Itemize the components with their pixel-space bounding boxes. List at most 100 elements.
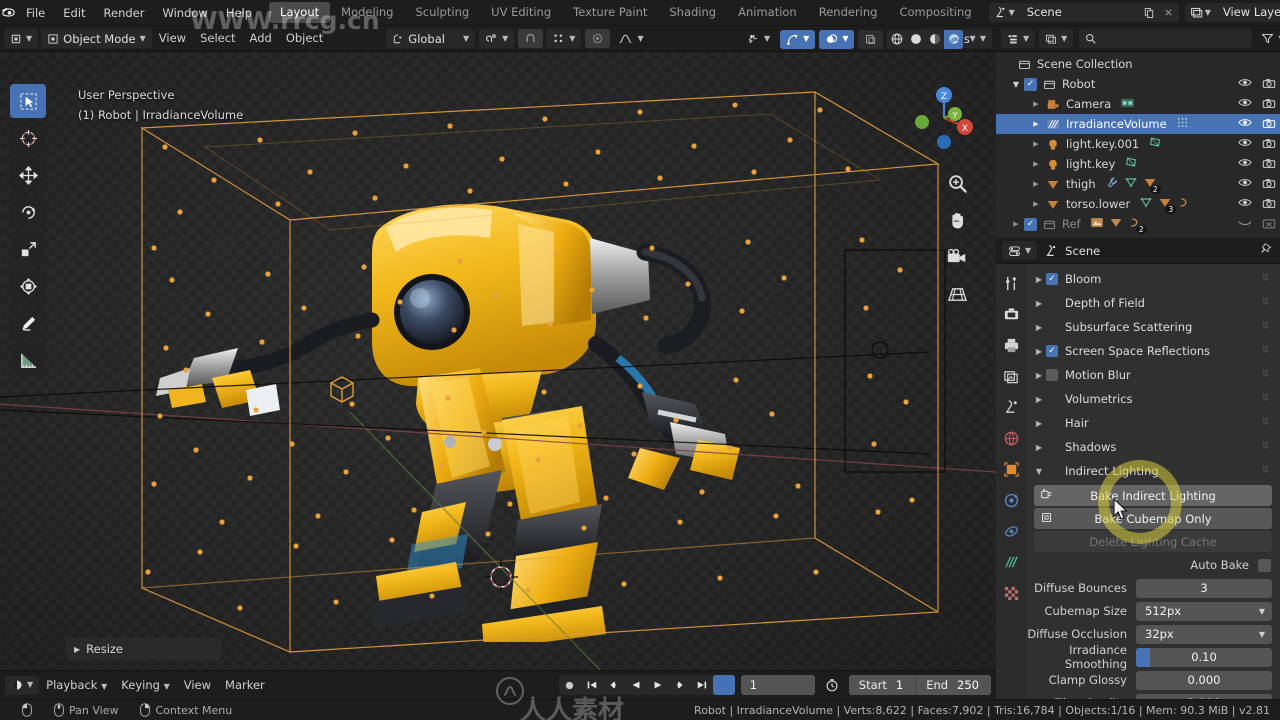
modifier-tab[interactable]	[996, 485, 1026, 515]
drag-grip-icon[interactable]: ⠿	[1262, 322, 1273, 331]
scale-icon[interactable]	[10, 232, 46, 266]
view-layer-tab[interactable]	[996, 361, 1026, 391]
drag-grip-icon[interactable]: ⠿	[1262, 346, 1273, 355]
light-data-icon[interactable]	[1124, 156, 1138, 172]
camera-render-icon[interactable]	[1262, 77, 1276, 92]
disclosure-triangle-icon[interactable]: ▶	[1032, 323, 1046, 332]
tab-layout[interactable]: Layout	[269, 2, 331, 23]
pan-hand-icon[interactable]	[944, 207, 970, 233]
viewport-menu-view[interactable]: View	[152, 29, 193, 48]
funnel-filter-icon[interactable]: ▼	[1258, 29, 1280, 48]
disclosure-triangle-icon[interactable]: ▶	[1032, 443, 1046, 452]
mesh-data-icon[interactable]	[1124, 176, 1138, 192]
tab-compositing[interactable]: Compositing	[888, 2, 982, 23]
stopwatch-icon[interactable]	[821, 676, 843, 695]
bloom-checkbox[interactable]: ✓	[1046, 273, 1058, 285]
cursor-icon[interactable]	[10, 121, 46, 155]
tab-texture-paint[interactable]: Texture Paint	[562, 2, 658, 23]
properties-panel[interactable]: ▶ ✓ Bloom ⠿ ▶ Depth of Field ⠿ ▶ Subsurf…	[1026, 264, 1280, 699]
disclosure-triangle-icon[interactable]: ▶	[1032, 419, 1046, 428]
operator-redo-panel[interactable]: ▶ Resize	[66, 638, 222, 660]
jump-start-icon[interactable]	[581, 675, 603, 695]
disclosure-triangle-icon[interactable]: ▶	[1030, 100, 1042, 108]
zoom-icon[interactable]	[944, 170, 970, 196]
menu-render[interactable]: Render	[95, 0, 154, 26]
camera-render-icon[interactable]	[1262, 117, 1276, 132]
eye-icon[interactable]	[1238, 97, 1252, 111]
mesh-data-icon[interactable]	[1109, 216, 1123, 232]
bake-indirect-lighting-button[interactable]: Bake Indirect Lighting	[1034, 485, 1272, 506]
shading-rendered-button[interactable]	[944, 29, 964, 49]
tool-tab[interactable]	[996, 268, 1026, 298]
drag-grip-icon[interactable]: ⠿	[1262, 370, 1273, 379]
pivot-point-dropdown[interactable]	[585, 29, 611, 48]
eye-icon[interactable]	[1238, 137, 1252, 151]
disclosure-triangle-icon[interactable]: ▶	[1030, 160, 1042, 168]
scene-name-field[interactable]: Scene	[1018, 3, 1139, 22]
tweak-select-box-icon[interactable]	[10, 84, 46, 118]
prop-section-depth-of-field[interactable]: ▶ Depth of Field ⠿	[1026, 291, 1280, 315]
lightprobe-data-icon[interactable]	[1176, 116, 1191, 132]
tab-rendering[interactable]: Rendering	[808, 2, 889, 23]
outliner-row-light-key[interactable]: ▶ light.key	[996, 154, 1280, 174]
timeline-editor-icon[interactable]: ▼	[5, 675, 40, 695]
auto-keying-icon[interactable]	[712, 675, 735, 695]
mesh-data-icon[interactable]	[1139, 196, 1153, 212]
blender-logo-icon[interactable]	[0, 0, 17, 26]
eye-closed-icon[interactable]	[1238, 217, 1252, 231]
scene-tab[interactable]	[996, 392, 1026, 422]
object-mode-selector[interactable]: Object Mode ▼	[41, 29, 152, 48]
start-value[interactable]: 1	[894, 678, 915, 692]
menu-help[interactable]: Help	[217, 0, 261, 26]
outliner-row-camera[interactable]: ▶ Camera	[996, 94, 1280, 114]
proportional-editing-icon[interactable]: ▼	[546, 29, 582, 48]
prop-section-motion-blur[interactable]: ▶ Motion Blur ⠿	[1026, 363, 1280, 387]
ssr-checkbox[interactable]: ✓	[1046, 345, 1058, 357]
annotate-icon[interactable]	[10, 306, 46, 340]
object-tab[interactable]	[996, 454, 1026, 484]
eye-icon[interactable]	[1238, 157, 1252, 171]
outliner-row-scene-collection[interactable]: Scene Collection	[996, 54, 1280, 74]
outliner-row-torso-lower[interactable]: ▶ torso.lower 3	[996, 194, 1280, 214]
magnet-icon[interactable]	[518, 29, 544, 48]
shading-material-preview-button[interactable]	[925, 30, 944, 49]
view-layer-icon[interactable]: ▼	[1184, 3, 1215, 22]
current-frame-field[interactable]: 1	[740, 675, 815, 695]
editor-type-button[interactable]: ▼	[4, 29, 39, 48]
tab-shading[interactable]: Shading	[658, 2, 727, 23]
navigation-gizmo[interactable]: Z X Y	[910, 84, 978, 152]
play-reverse-icon[interactable]	[625, 675, 647, 695]
camera-render-icon[interactable]	[1262, 97, 1276, 112]
drag-grip-icon[interactable]: ⠿	[1262, 418, 1273, 427]
disclosure-triangle-icon[interactable]: ▶	[1032, 395, 1046, 404]
disclosure-triangle-icon[interactable]: ▶	[1030, 140, 1042, 148]
disclosure-triangle-icon[interactable]: ▼	[1032, 467, 1046, 476]
eye-icon[interactable]	[1238, 177, 1252, 191]
eye-icon[interactable]	[1238, 197, 1252, 211]
disclosure-triangle-icon[interactable]: ▶	[1032, 347, 1046, 356]
move-icon[interactable]	[10, 158, 46, 192]
viewport-menu-add[interactable]: Add	[243, 29, 279, 48]
drag-grip-icon[interactable]: ⠿	[1262, 394, 1273, 403]
play-icon[interactable]	[647, 675, 669, 695]
visibility-dropdown[interactable]: ▼	[740, 30, 776, 49]
diffuse-bounces-value[interactable]: 3	[1136, 578, 1272, 598]
collection-checkbox[interactable]: ✓	[1024, 77, 1037, 91]
outliner-row-light-key-001[interactable]: ▶ light.key.001	[996, 134, 1280, 154]
tab-uv-editing[interactable]: UV Editing	[480, 2, 562, 23]
menu-window[interactable]: Window	[153, 0, 216, 26]
disclosure-triangle-icon[interactable]: ▶	[1030, 180, 1042, 188]
outliner-row-ref[interactable]: ▶ ✓ Ref 2	[996, 214, 1280, 234]
camera-render-disabled-icon[interactable]	[1262, 217, 1276, 232]
pin-icon[interactable]	[1260, 242, 1274, 259]
snapping-dropdown[interactable]: ▼	[479, 29, 515, 48]
data-tab[interactable]	[996, 547, 1026, 577]
collection-checkbox[interactable]: ✓	[1024, 217, 1037, 231]
auto-bake-checkbox[interactable]	[1258, 558, 1271, 572]
overlays-icon[interactable]: ▼	[819, 29, 855, 49]
jump-end-icon[interactable]	[691, 675, 713, 695]
transform-orientation-dropdown[interactable]: Global ▼	[386, 29, 476, 48]
x-close-icon[interactable]	[1158, 3, 1179, 22]
diffuse-occlusion-dropdown[interactable]: 32px ▼	[1136, 624, 1272, 644]
prev-keyframe-icon[interactable]	[603, 675, 625, 695]
